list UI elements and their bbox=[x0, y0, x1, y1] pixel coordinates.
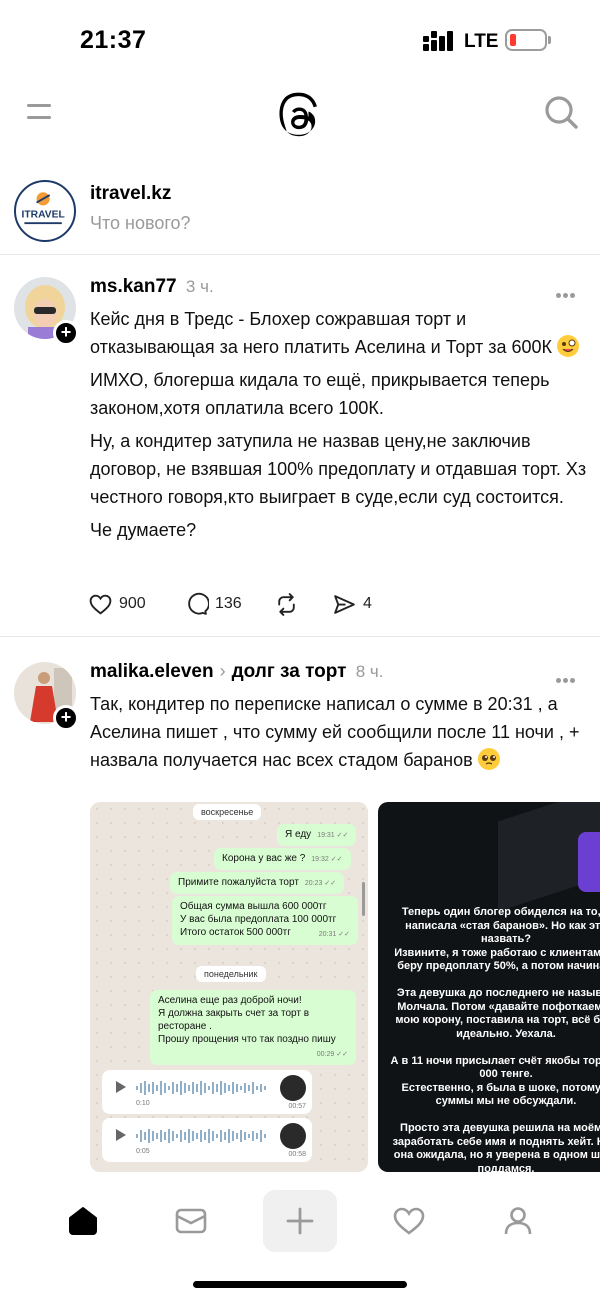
network-type: LTE bbox=[464, 31, 499, 52]
app-header bbox=[0, 80, 600, 160]
more-options-icon[interactable] bbox=[556, 670, 580, 683]
compose-row[interactable]: ITRAVEL itravel.kz Что нового? bbox=[0, 170, 600, 255]
chat-bubble: Примите пожалуйста торт 20:23 ✓✓ bbox=[170, 872, 345, 894]
voice-message: 0:10 00:57 bbox=[102, 1070, 312, 1114]
compose-username: itravel.kz bbox=[90, 183, 172, 204]
media-carousel[interactable]: воскресенье Я еду 19:31 ✓✓ Корона у вас ж… bbox=[90, 802, 600, 1172]
tab-home[interactable] bbox=[46, 1190, 120, 1252]
post-username[interactable]: malika.eleven › долг за торт 8 ч. bbox=[90, 661, 383, 683]
scrollbar bbox=[362, 882, 365, 916]
share-count: 4 bbox=[363, 595, 372, 612]
voice-message: 0:05 00:58 bbox=[102, 1118, 312, 1162]
chat-day-label: понедельник bbox=[196, 966, 266, 982]
chat-bubble: Общая сумма вышла 600 000тг У вас была п… bbox=[172, 896, 358, 945]
play-icon bbox=[116, 1081, 126, 1093]
profile-icon bbox=[504, 1207, 532, 1235]
repost-icon bbox=[278, 592, 295, 616]
tab-create[interactable] bbox=[263, 1190, 337, 1252]
tab-inbox[interactable] bbox=[154, 1190, 228, 1252]
chat-day-label: воскресенье bbox=[193, 804, 262, 820]
voice-duration: 0:05 bbox=[136, 1148, 150, 1155]
more-options-icon[interactable] bbox=[556, 285, 580, 298]
waveform-icon bbox=[136, 1081, 266, 1095]
share-button[interactable]: 4 bbox=[332, 591, 372, 617]
search-icon[interactable] bbox=[542, 93, 580, 131]
post-paragraph: Кейс дня в Тредс - Блохер сожравшая торт… bbox=[90, 305, 590, 361]
inbox-icon bbox=[175, 1208, 207, 1234]
signal-icon bbox=[423, 31, 453, 51]
post: + malika.eleven › долг за торт 8 ч. Так, к… bbox=[0, 650, 600, 1180]
story-accent-graphic bbox=[578, 832, 600, 892]
battery-tip bbox=[548, 36, 551, 44]
follow-plus-button[interactable]: + bbox=[53, 320, 79, 346]
itravel-logo-icon: ITRAVEL bbox=[22, 192, 65, 225]
story-text: Теперь один блогер обиделся на то, ч нап… bbox=[390, 906, 600, 1172]
story-screenshot-image[interactable]: Теперь один блогер обиделся на то, ч нап… bbox=[378, 802, 600, 1172]
avatar[interactable]: ITRAVEL bbox=[14, 180, 76, 242]
crazy-face-emoji-icon bbox=[557, 335, 579, 357]
username-text[interactable]: malika.eleven bbox=[90, 661, 214, 682]
create-icon bbox=[286, 1207, 314, 1235]
follow-plus-button[interactable]: + bbox=[53, 705, 79, 731]
comment-icon bbox=[188, 592, 209, 615]
home-indicator[interactable] bbox=[193, 1281, 407, 1288]
pleading-face-emoji-icon bbox=[477, 748, 500, 770]
voice-duration: 0:10 bbox=[136, 1100, 150, 1107]
post-paragraph: Че думаете? bbox=[90, 520, 197, 540]
avatar bbox=[280, 1075, 306, 1101]
post-paragraph: Ну, а кондитер затупила не назвав цену,н… bbox=[90, 431, 587, 507]
chat-bubble: Корона у вас же ? 19:32 ✓✓ bbox=[214, 848, 351, 870]
post-paragraph: ИМХО, блогерша кидала то ещё, прикрывает… bbox=[90, 370, 550, 418]
post-time: 3 ч. bbox=[185, 277, 214, 296]
post-paragraph: Так, кондитер по переписке написал о сум… bbox=[90, 694, 580, 770]
send-icon bbox=[334, 594, 355, 614]
like-count: 900 bbox=[119, 595, 146, 612]
activity-icon bbox=[393, 1207, 425, 1235]
chat-bubble: Я еду 19:31 ✓✓ bbox=[277, 824, 357, 846]
heart-icon bbox=[89, 594, 112, 615]
chat-bubble: Аселина еще раз доброй ночи! Я должна за… bbox=[150, 990, 356, 1065]
tab-profile[interactable] bbox=[481, 1190, 555, 1252]
like-button[interactable]: 900 bbox=[88, 591, 146, 617]
chat-screenshot-image[interactable]: воскресенье Я еду 19:31 ✓✓ Корона у вас ж… bbox=[90, 802, 368, 1172]
username-text[interactable]: ms.kan77 bbox=[90, 276, 177, 297]
avatar bbox=[280, 1123, 306, 1149]
menu-icon[interactable] bbox=[27, 100, 53, 122]
post-actions: 900 136 4 bbox=[88, 591, 408, 617]
status-time: 21:37 bbox=[80, 26, 147, 54]
topic-tag[interactable]: долг за торт bbox=[232, 661, 347, 682]
bottom-tab-bar bbox=[0, 1180, 600, 1270]
post-body: Так, кондитер по переписке написал о сум… bbox=[90, 690, 590, 779]
post-username[interactable]: ms.kan77 3 ч. bbox=[90, 276, 214, 298]
repost-button[interactable] bbox=[274, 591, 299, 617]
threads-logo-icon[interactable] bbox=[277, 92, 323, 138]
play-icon bbox=[116, 1129, 126, 1141]
status-bar: 21:37 LTE bbox=[0, 0, 600, 80]
waveform-icon bbox=[136, 1129, 266, 1143]
svg-text:ITRAVEL: ITRAVEL bbox=[22, 210, 65, 221]
home-icon bbox=[69, 1207, 97, 1235]
post-time: 8 ч. bbox=[355, 662, 384, 681]
reply-count: 136 bbox=[215, 595, 242, 612]
voice-time: 00:57 bbox=[288, 1103, 306, 1110]
voice-time: 00:58 bbox=[288, 1151, 306, 1158]
post: + ms.kan77 3 ч. Кейс дня в Тредс - Блохе… bbox=[0, 265, 600, 637]
post-body: Кейс дня в Тредс - Блохер сожравшая торт… bbox=[90, 305, 590, 549]
compose-placeholder[interactable]: Что нового? bbox=[90, 213, 191, 234]
chevron-right-icon: › bbox=[219, 661, 226, 681]
reply-button[interactable]: 136 bbox=[184, 591, 242, 617]
tab-activity[interactable] bbox=[372, 1190, 446, 1252]
battery-icon bbox=[505, 29, 547, 51]
